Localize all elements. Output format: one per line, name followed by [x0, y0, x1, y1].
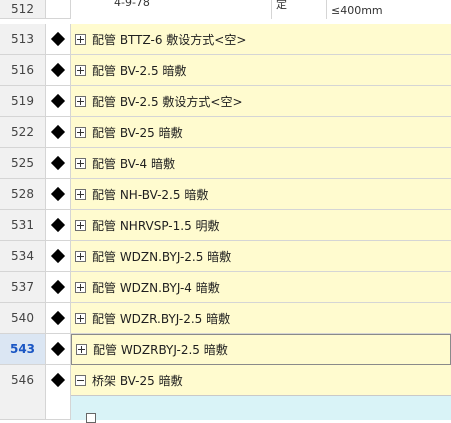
diamond-icon — [50, 310, 66, 326]
expand-icon[interactable] — [75, 64, 86, 76]
item-label: 配管 BTTZ-6 敷设方式<空> — [92, 32, 247, 47]
table-row[interactable]: 519 配管 BV-2.5 敷设方式<空> — [0, 86, 451, 117]
unit-cell[interactable]: 定 — [271, 0, 326, 19]
item-label: 配管 BV-4 暗敷 — [92, 156, 175, 171]
diamond-icon — [50, 31, 66, 47]
row-number[interactable]: 543 — [0, 334, 46, 365]
table-row[interactable]: 513 配管 BTTZ-6 敷设方式<空> — [0, 24, 451, 55]
row-number: 512 — [0, 0, 46, 19]
item-label: 配管 NHRVSP-1.5 明敷 — [92, 218, 220, 233]
item-label: 配管 WDZR.BYJ-2.5 暗敷 — [92, 311, 231, 326]
diamond-icon — [50, 279, 66, 295]
unit-text: 定 — [276, 0, 287, 11]
marker-cell — [46, 86, 71, 117]
item-label: 配管 WDZN.BYJ-4 暗敷 — [92, 280, 220, 295]
item-label: 配管 WDZN.BYJ-2.5 暗敷 — [92, 249, 232, 264]
table-row[interactable]: 540 配管 WDZR.BYJ-2.5 暗敷 — [0, 303, 451, 334]
item-name-cell[interactable]: 配管 WDZN.BYJ-4 暗敷 — [71, 272, 451, 303]
marker-cell — [46, 395, 71, 420]
expand-icon[interactable] — [75, 188, 86, 200]
expand-icon[interactable] — [75, 157, 86, 169]
expand-icon[interactable] — [76, 344, 87, 355]
item-name-cell[interactable]: 配管 NH-BV-2.5 暗敷 — [71, 179, 451, 210]
marker-cell — [46, 117, 71, 148]
expand-icon[interactable] — [75, 95, 86, 107]
checkbox[interactable] — [86, 413, 96, 423]
diamond-icon — [50, 341, 66, 357]
item-label: 配管 BV-2.5 敷设方式<空> — [92, 94, 243, 109]
quantity-tree-grid: 512 4-9-78 定 ≤400mm 513 配管 BTTZ-6 敷设方式<空>… — [0, 0, 451, 423]
item-name-cell[interactable]: 配管 BV-4 暗敷 — [71, 148, 451, 179]
row-number[interactable]: 534 — [0, 241, 46, 272]
item-label: 桥架 BV-25 暗敷 — [92, 373, 183, 388]
diamond-icon — [50, 62, 66, 78]
diamond-icon — [50, 217, 66, 233]
table-row[interactable]: 512 4-9-78 定 ≤400mm — [0, 0, 451, 19]
marker-cell — [46, 24, 71, 55]
diamond-icon — [50, 248, 66, 264]
row-number[interactable]: 522 — [0, 117, 46, 148]
item-name-cell[interactable]: 配管 BV-2.5 暗敷 — [71, 55, 451, 86]
row-number[interactable]: 513 — [0, 24, 46, 55]
item-label: 配管 NH-BV-2.5 暗敷 — [92, 187, 209, 202]
expand-icon[interactable] — [75, 126, 86, 138]
item-name-cell[interactable]: 配管 NHRVSP-1.5 明敷 — [71, 210, 451, 241]
marker-cell — [46, 241, 71, 272]
item-name-cell[interactable]: 配管 WDZN.BYJ-2.5 暗敷 — [71, 241, 451, 272]
diamond-icon — [50, 155, 66, 171]
marker-cell — [46, 365, 71, 396]
row-number[interactable]: 546 — [0, 365, 46, 396]
marker-cell — [46, 0, 71, 19]
marker-cell — [46, 210, 71, 241]
item-name-cell[interactable]: 配管 WDZRBYJ-2.5 暗敷 — [71, 334, 451, 365]
table-row[interactable]: 528 配管 NH-BV-2.5 暗敷 — [0, 179, 451, 210]
diamond-icon — [50, 124, 66, 140]
diamond-icon — [50, 93, 66, 109]
spec-text: ≤400mm — [331, 4, 383, 17]
item-code: 4-9-78 — [114, 0, 150, 9]
table-row[interactable]: 537 配管 WDZN.BYJ-4 暗敷 — [0, 272, 451, 303]
item-name-cell[interactable]: 桥架 BV-25 暗敷 — [71, 365, 451, 396]
item-label: 配管 BV-2.5 暗敷 — [92, 63, 187, 78]
item-label: 配管 BV-25 暗敷 — [92, 125, 183, 140]
row-number[interactable]: 537 — [0, 272, 46, 303]
expand-icon[interactable] — [75, 281, 86, 293]
row-number[interactable]: 525 — [0, 148, 46, 179]
row-number — [0, 395, 46, 420]
marker-cell — [46, 272, 71, 303]
row-number[interactable]: 531 — [0, 210, 46, 241]
table-row[interactable]: 531 配管 NHRVSP-1.5 明敷 — [0, 210, 451, 241]
table-row[interactable]: 543 配管 WDZRBYJ-2.5 暗敷 — [0, 334, 451, 365]
row-number[interactable]: 528 — [0, 179, 46, 210]
marker-cell — [46, 303, 71, 334]
table-row — [0, 395, 451, 420]
spec-cell[interactable]: ≤400mm — [326, 0, 451, 19]
table-row[interactable]: 525 配管 BV-4 暗敷 — [0, 148, 451, 179]
marker-cell — [46, 55, 71, 86]
item-name-cell[interactable]: 配管 BV-25 暗敷 — [71, 117, 451, 148]
expand-icon[interactable] — [75, 312, 86, 324]
code-cell[interactable]: 4-9-78 — [71, 0, 271, 19]
table-row[interactable]: 534 配管 WDZN.BYJ-2.5 暗敷 — [0, 241, 451, 272]
marker-cell — [46, 179, 71, 210]
expand-icon[interactable] — [75, 219, 86, 231]
marker-cell — [46, 334, 71, 365]
collapse-icon[interactable] — [75, 374, 86, 386]
table-row[interactable]: 546 桥架 BV-25 暗敷 — [0, 365, 451, 396]
table-row[interactable]: 516 配管 BV-2.5 暗敷 — [0, 55, 451, 86]
row-number[interactable]: 519 — [0, 86, 46, 117]
item-name-cell[interactable]: 配管 BV-2.5 敷设方式<空> — [71, 86, 451, 117]
expand-icon[interactable] — [75, 33, 86, 45]
expand-icon[interactable] — [75, 250, 86, 262]
item-name-cell[interactable]: 配管 WDZR.BYJ-2.5 暗敷 — [71, 303, 451, 334]
diamond-icon — [50, 186, 66, 202]
row-number[interactable]: 540 — [0, 303, 46, 334]
marker-cell — [46, 148, 71, 179]
table-row[interactable]: 522 配管 BV-25 暗敷 — [0, 117, 451, 148]
item-label: 配管 WDZRBYJ-2.5 暗敷 — [93, 343, 228, 357]
row-number[interactable]: 516 — [0, 55, 46, 86]
diamond-icon — [50, 372, 66, 388]
item-name-cell[interactable]: 配管 BTTZ-6 敷设方式<空> — [71, 24, 451, 55]
